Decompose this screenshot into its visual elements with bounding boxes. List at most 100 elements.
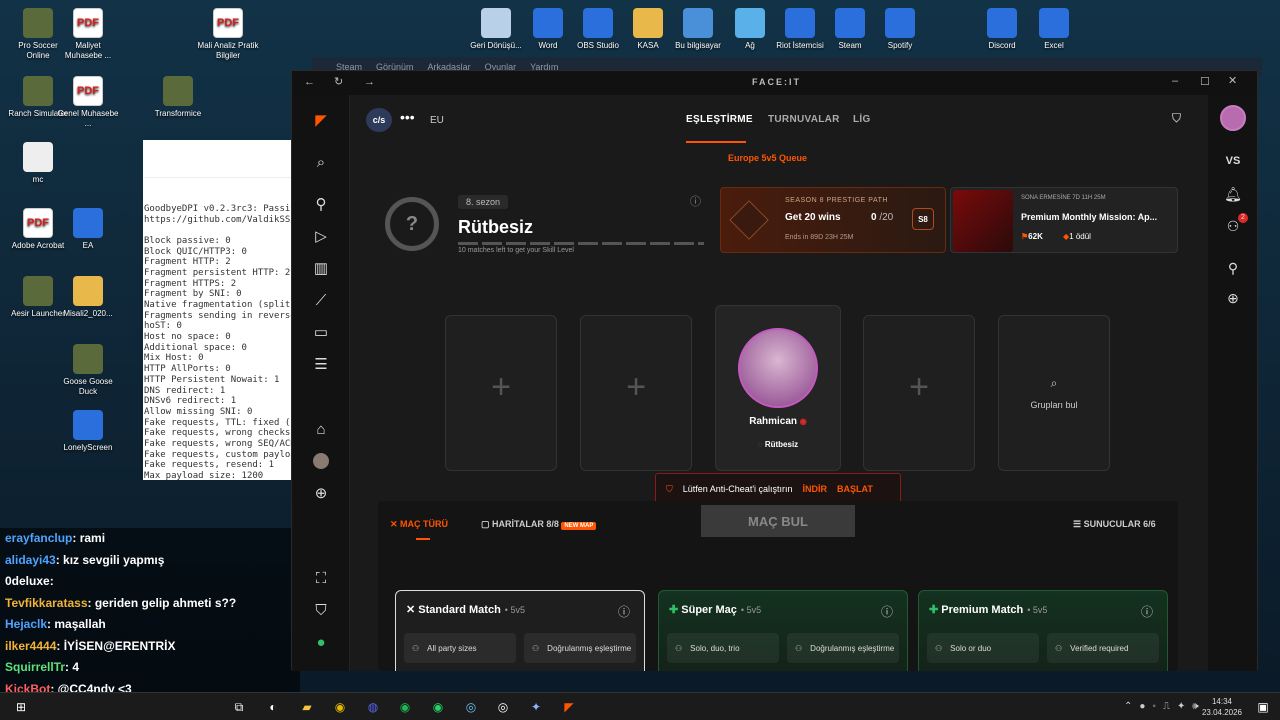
tab-maps[interactable]: ▢ HARİTALAR 8/8 NEW MAP — [481, 519, 597, 530]
download-button[interactable]: İNDİR — [803, 484, 828, 494]
maximize-icon[interactable]: ☐ — [1200, 75, 1210, 88]
prestige-task: Get 20 wins — [785, 212, 841, 223]
active-tab-underline — [686, 141, 746, 143]
notification-icon[interactable]: ▣ — [1252, 697, 1274, 717]
desktop-icon[interactable]: LonelyScreen — [56, 410, 120, 453]
desktop-icon[interactable]: PDF Genel Muhasebe ... — [56, 76, 120, 129]
mode-feature: ⚇ Doğrulanmış eşleştirme — [524, 633, 636, 663]
faceit-task-icon[interactable]: ◤ — [558, 697, 580, 717]
friends-icon[interactable]: ⚇ 2 — [1220, 213, 1248, 239]
tray-icons[interactable]: ⌃●◦⎍✦🕪︎ — [1124, 701, 1206, 712]
minimize-icon[interactable]: – — [1172, 75, 1178, 87]
player-card[interactable]: Rahmican ◉ ◌ Rütbesiz — [715, 305, 841, 471]
find-groups-card[interactable]: ⌕ Grupları bul — [998, 315, 1110, 471]
add-icon[interactable]: ⊕ — [308, 480, 334, 506]
info-icon[interactable]: ⓘ — [690, 193, 701, 209]
desktop-icon[interactable]: Spotify — [868, 8, 932, 51]
party-slot-4[interactable]: + — [863, 315, 975, 471]
back-icon[interactable]: ← — [304, 76, 315, 88]
tab-match-type[interactable]: ✕ MAÇ TÜRÜ — [390, 519, 448, 530]
faceit-logo-icon[interactable]: ◤ — [308, 107, 334, 133]
desktop-icon[interactable]: PDF Maliyet Muhasebe ... — [56, 8, 120, 61]
desktop-icon[interactable]: mc — [6, 142, 70, 185]
shield-icon[interactable]: ⛉ — [1172, 111, 1181, 126]
mission-card[interactable]: SONA ERMESİNE 7D 11H 25M Premium Monthly… — [950, 187, 1178, 253]
mode-icon: ✕ — [406, 604, 419, 616]
party-slot-1[interactable]: + — [445, 315, 557, 471]
region-label[interactable]: EU — [430, 115, 444, 126]
desktop-icon[interactable]: Excel — [1022, 8, 1086, 51]
info-icon[interactable]: ⓘ — [618, 603, 630, 620]
desktop-icon[interactable]: EA — [56, 208, 120, 251]
prestige-card[interactable]: SEASON 8 PRESTIGE PATH Get 20 wins 0 /20… — [720, 187, 946, 253]
cs-logo[interactable]: c/s — [366, 108, 392, 132]
mode-card[interactable]: ✕ Standard Match • 5v5 ⓘ ⚇ All party sizes ⚇ D… — [395, 590, 645, 671]
chat-text: : 4 — [65, 660, 80, 674]
video-icon[interactable]: ▭ — [308, 319, 334, 345]
forward-icon[interactable]: → — [364, 76, 375, 88]
mode-card[interactable]: ✚ Süper Maç • 5v5 ⓘ ⚇ Solo, duo, trio ⚇ Doğrul… — [658, 590, 908, 671]
desktop-icon[interactable]: PDF Mali Analiz Pratik Bilgiler — [196, 8, 260, 61]
search-icon[interactable]: ⌕ — [308, 149, 334, 175]
copilot-icon[interactable]: ◐ — [262, 697, 284, 717]
mode-feature: ⚇ Doğrulanmış eşleştirme — [787, 633, 899, 663]
find-match-icon[interactable]: ⚲ — [308, 191, 334, 217]
green-status-icon[interactable]: ● — [308, 629, 334, 655]
spotify-task-icon[interactable]: ◉ — [394, 697, 416, 717]
start-button[interactable]: BAŞLAT — [837, 484, 873, 494]
rank-title: Rütbesiz — [458, 217, 534, 237]
tab-matchmaking[interactable]: EŞLEŞTİRME — [686, 114, 753, 125]
start-icon[interactable]: ⊞ — [10, 697, 32, 717]
app-task-icon[interactable]: ✦ — [525, 697, 547, 717]
ranking-icon[interactable]: ▥ — [308, 255, 334, 281]
faceit-window: ← ↻ → FACE:IT – ☐ ✕ ◤ ⌕ ⚲ ▷ ▥ ⟋ ▭ ☰ ⌂ ⊕ … — [291, 70, 1258, 671]
vs-label[interactable]: VS — [1220, 148, 1246, 174]
explorer-icon[interactable]: ▰ — [296, 697, 318, 717]
close-icon[interactable]: ✕ — [1228, 74, 1237, 87]
info-icon[interactable]: ⓘ — [881, 603, 893, 620]
bell-icon[interactable]: 🔔︎ — [1220, 181, 1246, 207]
desktop-icon[interactable]: Misali2_020... — [56, 276, 120, 319]
feature-label: Doğrulanmış eşleştirme — [547, 643, 632, 653]
reload-icon[interactable]: ↻ — [334, 75, 343, 88]
obs-task-icon[interactable]: ◎ — [492, 697, 514, 717]
prestige-icon — [729, 200, 769, 240]
play-icon[interactable]: ▷ — [308, 223, 334, 249]
party-icon[interactable]: ⚲ — [1220, 255, 1246, 281]
mode-card[interactable]: ✚ Premium Match • 5v5 ⓘ ⚇ Solo or duo ⚇ Verifi… — [918, 590, 1168, 671]
tab-tournaments[interactable]: TURNUVALAR — [768, 114, 840, 125]
chrome-icon[interactable]: ◉ — [329, 697, 351, 717]
steam-task-icon[interactable]: ◎ — [460, 697, 482, 717]
more-icon[interactable]: ••• — [400, 109, 415, 125]
console-line: Block passive: 0 — [144, 235, 231, 246]
profile-avatar[interactable] — [1220, 105, 1246, 131]
expand-icon[interactable]: ⛶ — [308, 565, 334, 591]
clock-date: 23.04.2026 — [1201, 708, 1243, 717]
clock[interactable]: 14:34 23.04.2026 — [1198, 696, 1246, 718]
tab-league[interactable]: LİG — [853, 114, 871, 125]
add-friend-icon[interactable]: ⊕ — [1220, 285, 1246, 311]
whatsapp-icon[interactable]: ◉ — [427, 697, 449, 717]
info-icon[interactable]: ⓘ — [1141, 603, 1153, 620]
club-icon[interactable]: ⌂ — [308, 416, 334, 442]
list-icon[interactable]: ☰ — [308, 351, 334, 377]
discord-task-icon[interactable]: ◍ — [362, 697, 384, 717]
taskview-icon[interactable]: ⧉ — [228, 697, 250, 717]
console-line: Mix Host: 0 — [144, 353, 204, 364]
desktop-icon-label: Maliyet Muhasebe ... — [64, 41, 112, 60]
chat-text: : kız sevgili yapmış — [55, 552, 165, 567]
console-line: Fragment HTTPS: 2 — [144, 278, 237, 289]
feature-icon: ⚇ — [532, 643, 540, 653]
tab-servers[interactable]: ☰ SUNUCULAR 6/6 — [1073, 519, 1156, 530]
avatar-small-icon[interactable] — [308, 448, 334, 474]
desktop-icon[interactable]: Goose Goose Duck — [56, 344, 120, 397]
desktop-icon[interactable]: Transformice — [146, 76, 210, 119]
console-titlebar[interactable] — [144, 164, 293, 179]
mode-header: ✚ Premium Match • 5v5 — [929, 603, 1157, 616]
anticheat-text: Lütfen Anti-Cheat'i çalıştırın — [682, 484, 793, 494]
net-icon — [735, 8, 765, 38]
stats-icon[interactable]: ⟋ — [308, 287, 334, 313]
party-slot-2[interactable]: + — [580, 315, 692, 471]
find-match-button[interactable]: MAÇ BUL — [701, 505, 855, 537]
shop-icon[interactable]: ⛉ — [308, 597, 334, 623]
